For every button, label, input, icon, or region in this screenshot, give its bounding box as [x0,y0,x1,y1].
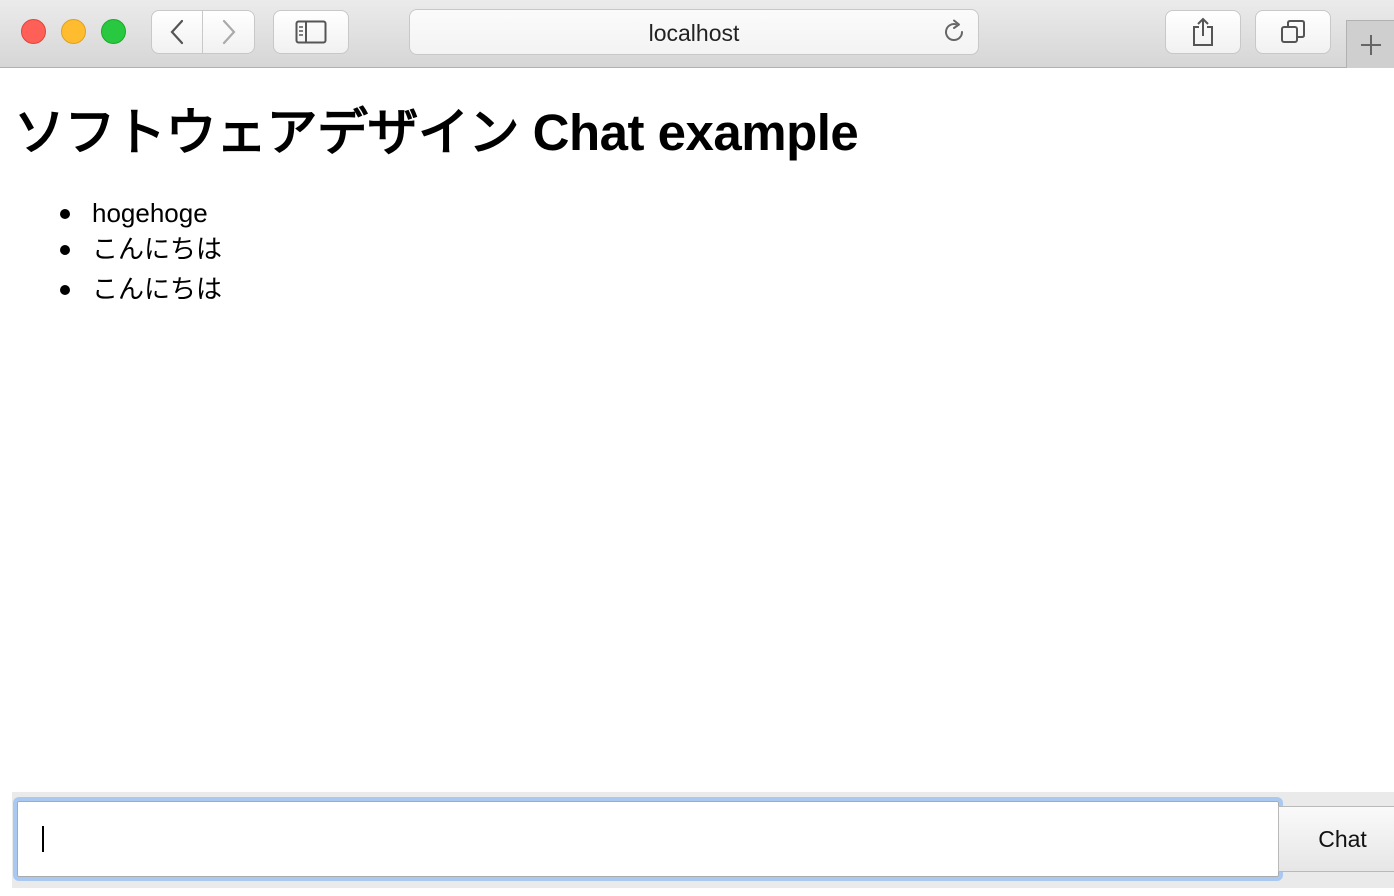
list-item: hogehoge [0,196,222,230]
message-text: こんにちは [92,274,223,304]
message-text: こんにちは [92,234,223,264]
tab-overview-button[interactable] [1255,10,1331,54]
url-text: localhost [648,20,740,46]
reload-button[interactable] [940,18,968,46]
new-tab-button[interactable] [1346,20,1394,68]
chevron-left-icon [170,19,184,45]
bullet-icon [60,285,70,295]
sidebar-icon [295,20,327,44]
back-button[interactable] [151,10,203,54]
address-bar[interactable]: localhost [409,9,979,55]
plus-icon [1360,34,1381,55]
list-item: こんにちは [0,232,222,266]
window-zoom-button[interactable] [101,19,126,44]
bullet-icon [60,245,70,255]
window-minimize-button[interactable] [61,19,86,44]
bullet-icon [60,209,70,219]
reload-icon [945,19,964,41]
chevron-right-icon [222,19,235,45]
forward-button[interactable] [203,10,255,54]
chat-form: Chat [12,792,1394,888]
message-list: hogehoge こんにちは こんにちは [0,196,222,306]
message-text: hogehoge [92,198,208,228]
page-title: ソフトウェアデザイン Chat example [14,104,859,161]
share-icon [1193,17,1213,46]
text-caret [42,826,44,852]
chat-input[interactable] [13,797,1283,881]
sidebar-toggle-button[interactable] [273,10,349,54]
chat-submit-button[interactable]: Chat [1278,806,1394,872]
share-button[interactable] [1165,10,1241,54]
browser-toolbar: localhost [0,0,1394,68]
tabs-overview-icon [1281,20,1305,43]
window-close-button[interactable] [21,19,46,44]
list-item: こんにちは [0,272,222,306]
